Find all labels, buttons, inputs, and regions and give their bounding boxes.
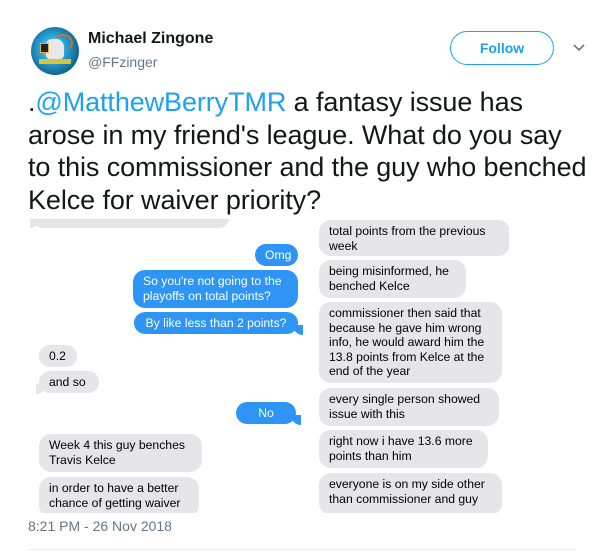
bubble-tail xyxy=(291,415,301,425)
divider xyxy=(28,549,576,550)
message-bubble: So you're not going to the playoffs on t… xyxy=(133,270,298,308)
message-bubble: everyone is on my side other than commis… xyxy=(319,473,502,513)
avatar-art-banner xyxy=(39,59,71,64)
attached-screenshots[interactable]: Omg So you're not going to the playoffs … xyxy=(28,219,509,513)
message-bubble: right now i have 13.6 more points than h… xyxy=(319,430,488,468)
tweet-timestamp[interactable]: 8:21 PM - 26 Nov 2018 xyxy=(28,518,172,534)
message-bubble: No way xyxy=(236,402,296,435)
message-bubble: Omg xyxy=(255,244,298,266)
avatar[interactable] xyxy=(31,27,79,75)
message-bubble: 0.2 xyxy=(39,345,77,367)
message-bubble: every single person showed issue with th… xyxy=(319,388,499,426)
chevron-down-icon[interactable] xyxy=(572,42,586,52)
message-bubble: in order to have a better chance of gett… xyxy=(39,477,199,513)
mention-link[interactable]: @MatthewBerryTMR xyxy=(35,87,286,117)
message-bubble: and so xyxy=(39,371,99,393)
message-bubble: By like less than 2 points? xyxy=(134,312,298,334)
message-bubble: Week 4 this guy benches Travis Kelce xyxy=(39,434,202,472)
follow-button[interactable]: Follow xyxy=(450,31,554,65)
message-bubble: total points from the previous week xyxy=(319,220,509,256)
bubble-tail xyxy=(293,325,303,335)
message-bubble: being misinformed, he benched Kelce xyxy=(319,260,466,298)
bubble-tail xyxy=(36,384,46,394)
avatar-art-badge xyxy=(40,43,49,53)
author-name[interactable]: Michael Zingone xyxy=(88,30,213,48)
author-handle[interactable]: @FFzinger xyxy=(88,54,157,70)
message-bubble: commissioner then said that because he g… xyxy=(319,302,502,383)
message-bubble xyxy=(33,219,229,228)
tweet-text: .@MatthewBerryTMR a fantasy issue has ar… xyxy=(28,86,588,216)
